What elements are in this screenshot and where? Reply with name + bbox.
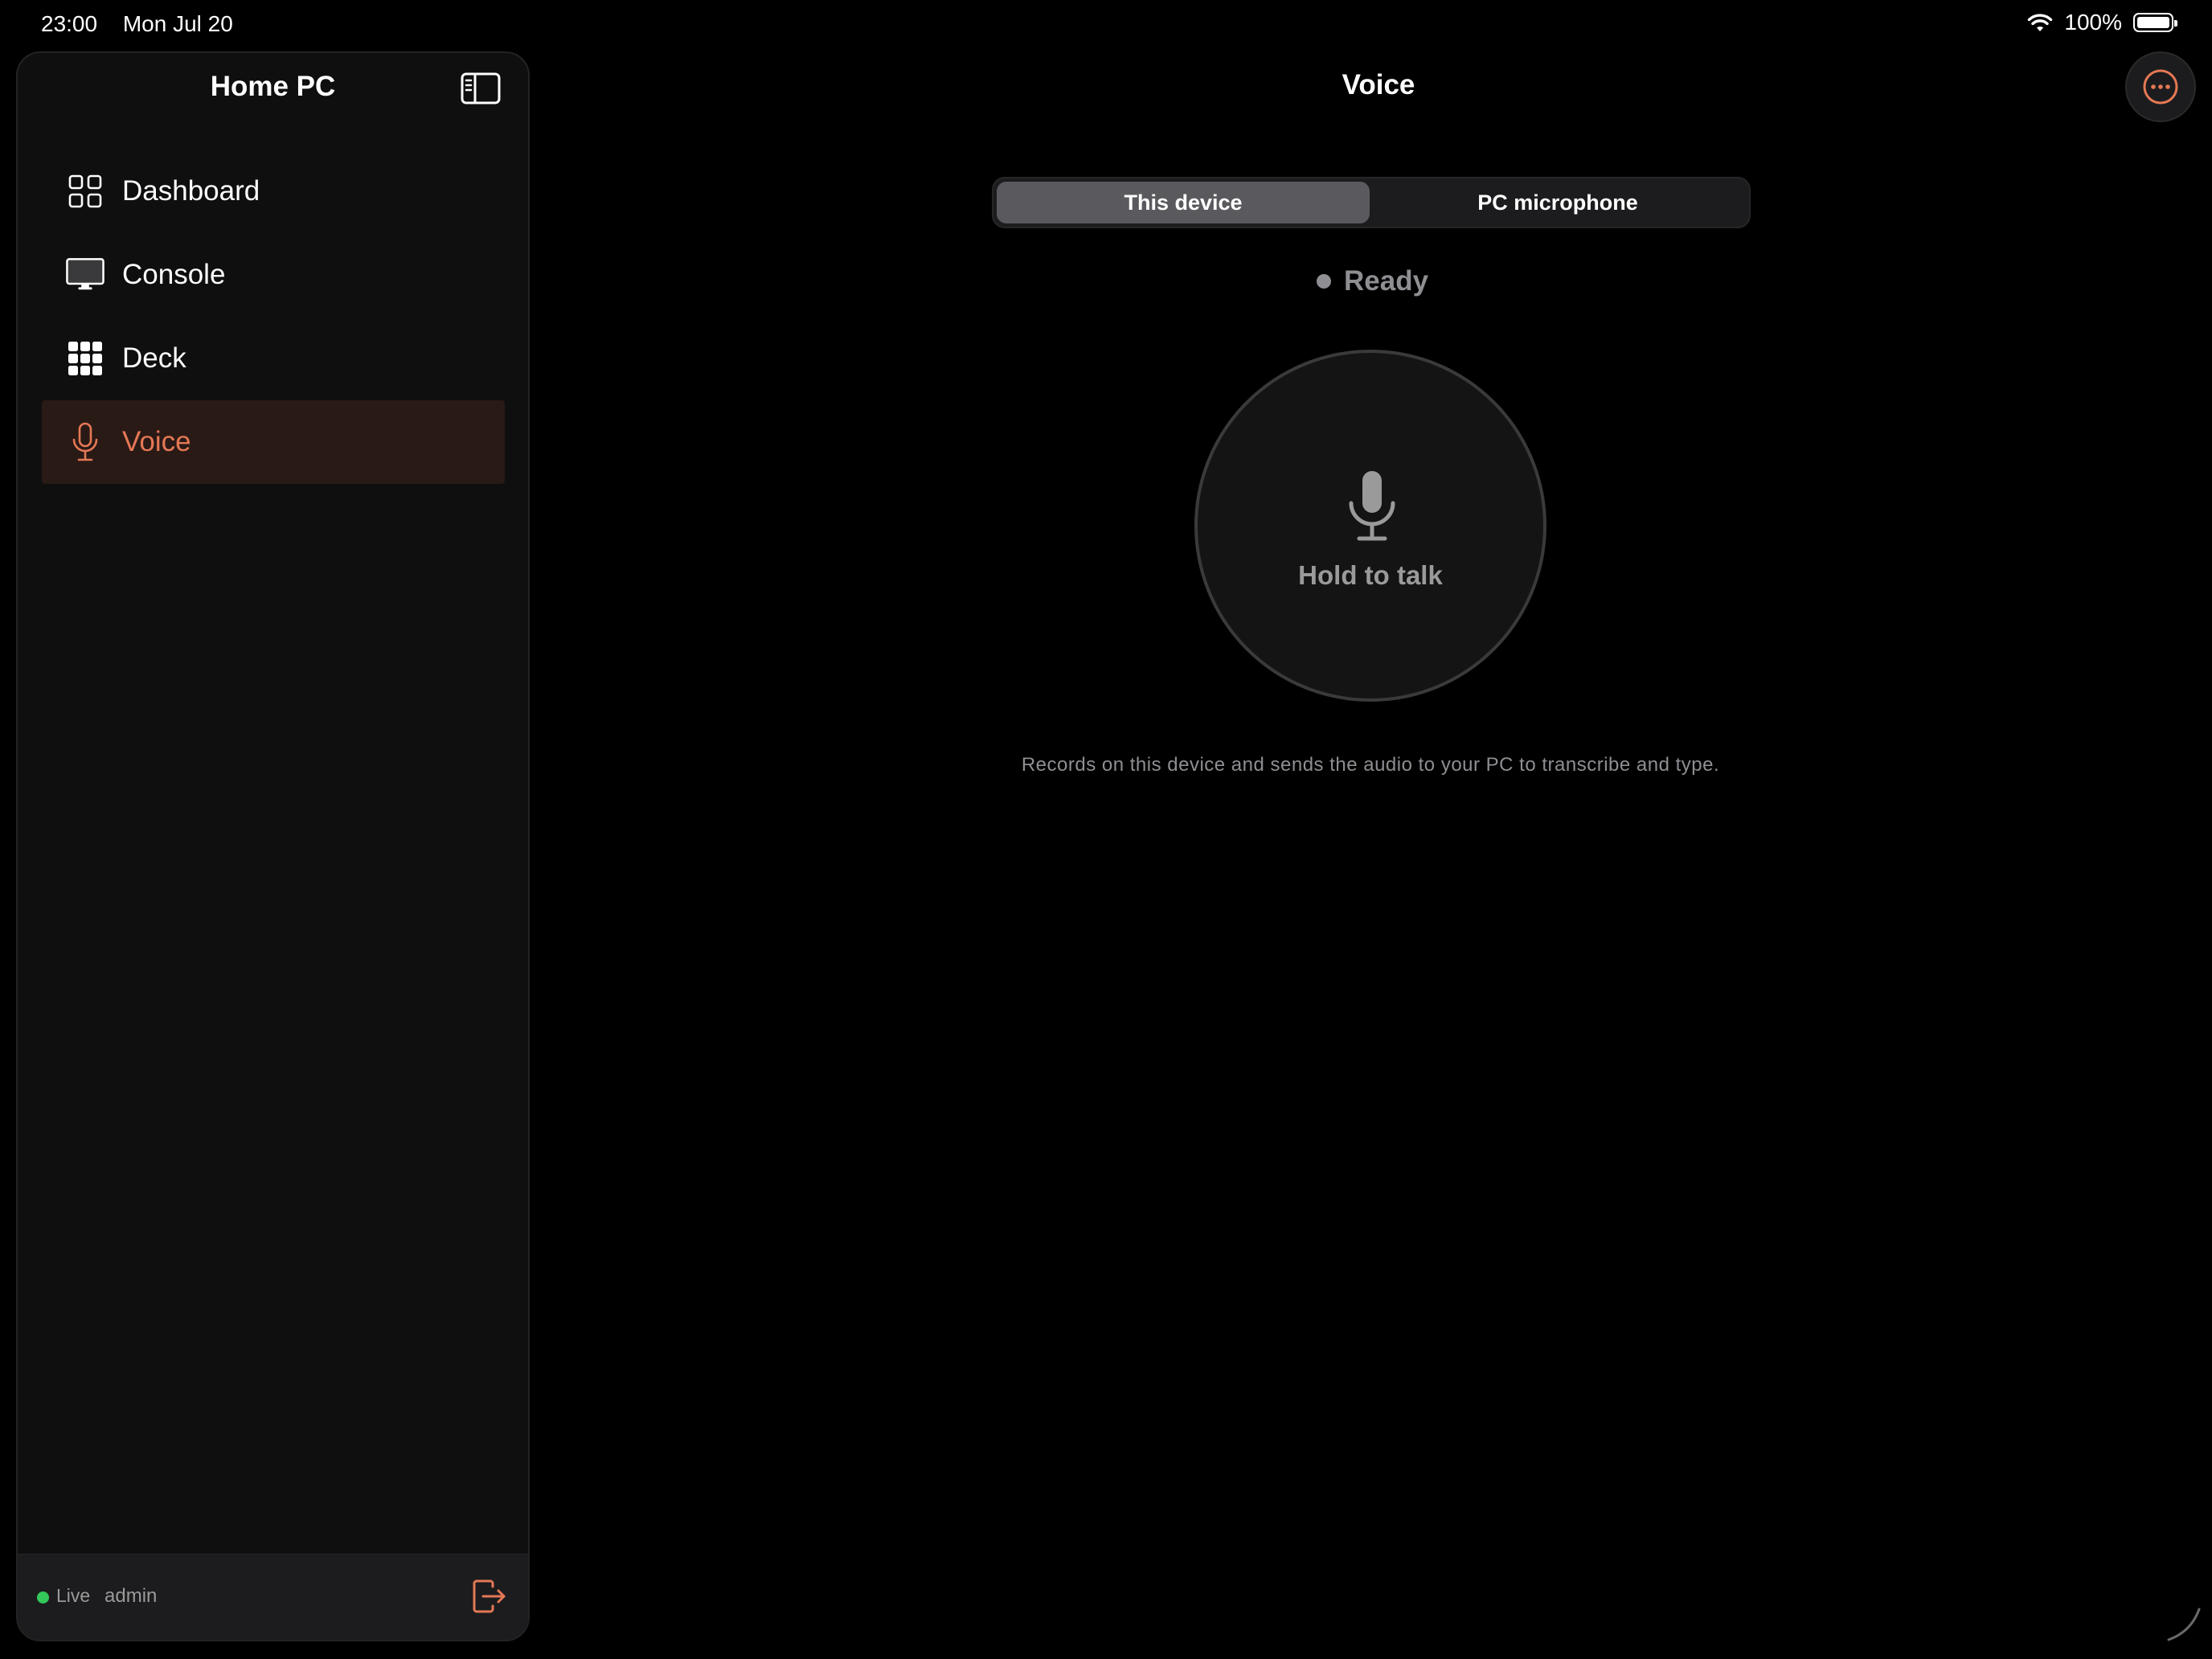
hold-to-talk-button[interactable]: Hold to talk — [1194, 350, 1546, 702]
sidebar-item-deck[interactable]: Deck — [42, 317, 505, 400]
tab-this-device[interactable]: This device — [997, 182, 1370, 223]
resize-handle-icon — [2167, 1608, 2201, 1641]
logout-icon[interactable] — [472, 1579, 507, 1614]
status-left: 23:00 Mon Jul 20 — [41, 11, 252, 37]
battery-percentage: 100% — [2064, 10, 2122, 35]
sidebar-item-voice[interactable]: Voice — [42, 400, 505, 484]
sidebar-toggle-icon[interactable] — [461, 72, 501, 104]
tab-pc-microphone[interactable]: PC microphone — [1371, 182, 1744, 223]
sidebar-item-label: Dashboard — [122, 175, 260, 207]
battery-icon — [2133, 13, 2177, 32]
sidebar-item-label: Console — [122, 259, 226, 290]
live-status-label: Live — [56, 1585, 91, 1606]
microphone-icon — [1349, 471, 1395, 541]
monitor-icon — [66, 256, 104, 294]
app-root: 23:00 Mon Jul 20 100% Home PC Dashboard … — [0, 0, 2212, 1659]
microphone-icon — [66, 422, 104, 461]
sidebar-item-dashboard[interactable]: Dashboard — [42, 150, 505, 233]
keypad-icon — [66, 339, 104, 378]
username-label: admin — [104, 1585, 158, 1607]
sidebar-item-label: Deck — [122, 342, 186, 374]
hold-to-talk-label: Hold to talk — [1298, 560, 1443, 590]
sidebar-item-console[interactable]: Console — [42, 233, 505, 317]
grid-icon — [66, 172, 104, 211]
input-source-segmented-control: This device PC microphone — [992, 177, 1751, 228]
voice-description: Records on this device and sends the aud… — [1021, 754, 1720, 776]
status-dot — [1317, 274, 1331, 289]
page-title: Voice — [1342, 69, 1415, 100]
sidebar-title: Home PC — [210, 71, 336, 102]
status-bar: 23:00 Mon Jul 20 100% — [0, 0, 2212, 51]
status-label: Ready — [1344, 265, 1429, 297]
status-date: Mon Jul 20 — [122, 11, 233, 36]
status-right: 100% — [2027, 10, 2177, 35]
sidebar-item-label: Voice — [122, 426, 191, 457]
recording-status: Ready — [1317, 265, 1428, 297]
more-options-button[interactable] — [2125, 51, 2196, 122]
sidebar-nav: Dashboard Console Deck Voice — [42, 150, 505, 484]
wifi-icon — [2028, 14, 2053, 31]
ellipsis-circle-icon — [2143, 69, 2178, 104]
sidebar: Home PC Dashboard Console Deck Voice Liv… — [16, 51, 530, 1641]
status-time: 23:00 — [41, 11, 98, 36]
live-status-dot — [37, 1591, 49, 1604]
sidebar-footer: Live admin — [18, 1554, 528, 1640]
